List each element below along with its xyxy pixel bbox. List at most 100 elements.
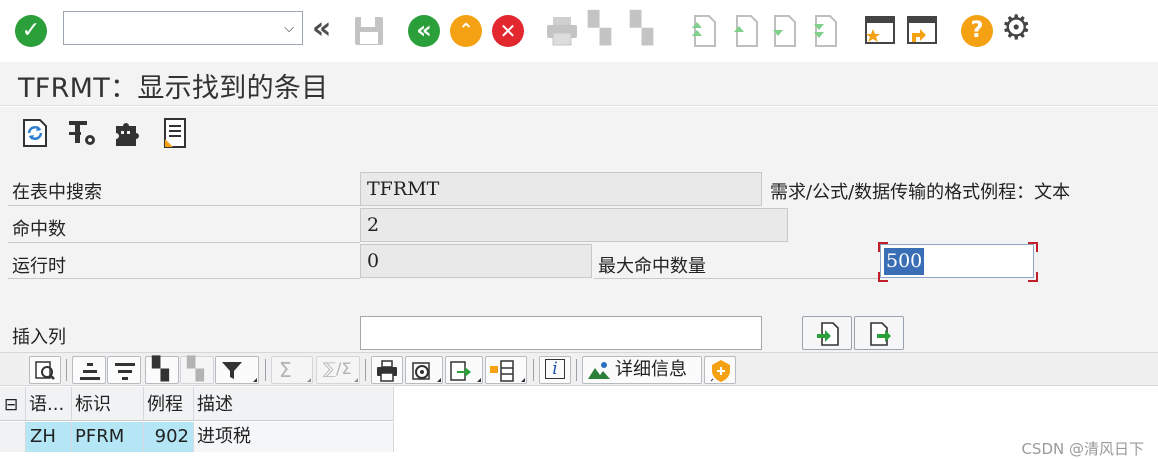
- table-settings-icon[interactable]: [66, 118, 98, 148]
- command-field[interactable]: ⌵: [63, 11, 303, 45]
- sort-descending-button[interactable]: [107, 356, 141, 384]
- runtime-label: 运行时: [12, 256, 66, 277]
- print-button[interactable]: [371, 356, 403, 384]
- result-grid: ⊟ 语... 标识 例程 描述 ZH PFRM 902 进项税: [0, 387, 1158, 452]
- table-description: 需求/公式/数据传输的格式例程：文本: [770, 182, 1071, 203]
- runtime-value: 0: [360, 244, 592, 278]
- next-page-icon: [773, 15, 796, 47]
- previous-page-icon: [734, 15, 758, 47]
- subtotal-icon: ⅀∕Σ: [323, 359, 352, 378]
- title-bar: TFRMT：显示找到的条目: [0, 62, 1158, 106]
- puzzle-icon[interactable]: [112, 118, 144, 148]
- toolbar-separator: [533, 359, 534, 381]
- settings-icon[interactable]: ⚙: [1001, 11, 1031, 45]
- first-page-icon: [692, 15, 716, 47]
- selection-form: 在表中搜索 TFRMT 需求/公式/数据传输的格式例程：文本 命中数 2 运行时…: [0, 157, 1158, 352]
- row-divider: [8, 205, 360, 206]
- dropdown-arrow-icon: [253, 378, 257, 382]
- delete-column-button[interactable]: [854, 316, 904, 350]
- table-cell-description[interactable]: 进项税: [194, 422, 394, 452]
- details-label: 详细信息: [615, 359, 687, 380]
- sort-ascending-icon: [80, 363, 100, 380]
- table-cell-id[interactable]: PFRM: [72, 422, 144, 452]
- insert-column-label: 插入列: [12, 327, 66, 348]
- hits-label: 命中数: [12, 219, 66, 240]
- system-toolbar: ✓ ⌵ « « ⌃ ✕ ▚ ▚ ? ⚙: [0, 0, 1158, 62]
- insert-page-icon: [817, 322, 839, 346]
- toolbar-separator: [265, 359, 266, 381]
- dropdown-arrow-icon: [521, 378, 525, 382]
- find-next-button[interactable]: ▚: [180, 356, 214, 384]
- insert-column-button[interactable]: [802, 316, 852, 350]
- graphic-icon: [588, 362, 610, 379]
- notes-icon[interactable]: [160, 117, 190, 149]
- details-icon: [35, 361, 55, 380]
- search-in-table-value: TFRMT: [360, 172, 762, 206]
- sum-icon: Σ: [279, 358, 292, 382]
- watermark: CSDN @清风日下: [1021, 440, 1144, 458]
- find-icon: ▚: [152, 357, 169, 382]
- column-header-id[interactable]: 标识: [72, 387, 144, 421]
- move-page-icon: [870, 322, 891, 346]
- max-hits-input[interactable]: 500: [880, 244, 1034, 278]
- alv-toolbar: ▚ ▚ Σ ⅀∕Σ i 详细信息: [0, 352, 1158, 386]
- max-hits-label: 最大命中数量: [598, 256, 706, 277]
- dropdown-arrow-icon: [354, 378, 358, 382]
- max-hits-value: 500: [884, 248, 925, 275]
- select-all-icon[interactable]: ⊟: [0, 387, 26, 421]
- cancel-icon[interactable]: ✕: [492, 15, 524, 47]
- info-icon: i: [545, 359, 565, 379]
- sum-button[interactable]: Σ: [271, 356, 313, 384]
- sort-descending-icon: [115, 363, 135, 380]
- views-icon: [412, 362, 430, 380]
- toolbar-separator: [576, 359, 577, 381]
- row-selector[interactable]: [0, 422, 26, 452]
- filter-button[interactable]: [215, 356, 259, 384]
- focus-corner: [878, 272, 888, 282]
- views-button[interactable]: [405, 356, 443, 384]
- table-cell-routine[interactable]: 902: [144, 422, 194, 452]
- application-toolbar: [0, 107, 1158, 157]
- focus-corner: [1028, 272, 1038, 282]
- layout-button[interactable]: [485, 356, 527, 384]
- column-header-language[interactable]: 语...: [26, 387, 72, 421]
- column-header-routine[interactable]: 例程: [144, 387, 194, 421]
- export-icon: [450, 361, 471, 381]
- check-icon[interactable]: ✓: [15, 15, 47, 47]
- dropdown-arrow-icon: [307, 378, 311, 382]
- focus-corner: [878, 242, 888, 252]
- find-button[interactable]: ▚: [145, 356, 179, 384]
- hits-value: 2: [360, 208, 788, 242]
- dropdown-arrow-icon: [477, 378, 481, 382]
- find-next-icon: ▚: [630, 11, 654, 46]
- abc-analysis-icon: [710, 360, 730, 382]
- search-in-table-label: 在表中搜索: [12, 182, 102, 203]
- details-button[interactable]: [29, 356, 61, 384]
- back-double-icon[interactable]: «: [312, 14, 331, 44]
- row-divider: [594, 278, 878, 279]
- save-icon: [355, 17, 383, 45]
- new-session-icon[interactable]: [864, 14, 896, 46]
- sort-ascending-button[interactable]: [72, 356, 106, 384]
- back-icon[interactable]: «: [408, 15, 440, 47]
- table-cell-language[interactable]: ZH: [26, 422, 72, 452]
- create-shortcut-icon[interactable]: [906, 14, 938, 46]
- print-icon: [377, 360, 397, 382]
- page-title: TFRMT：显示找到的条目: [18, 73, 329, 104]
- subtotal-button[interactable]: ⅀∕Σ: [316, 356, 360, 384]
- graphic-button[interactable]: 详细信息: [582, 356, 702, 384]
- dropdown-arrow-icon: [437, 378, 441, 382]
- row-divider: [8, 242, 360, 243]
- chevron-down-icon[interactable]: ⌵: [284, 21, 294, 36]
- column-header-description[interactable]: 描述: [194, 387, 394, 421]
- row-divider: [8, 278, 360, 279]
- exit-icon[interactable]: ⌃: [450, 15, 482, 47]
- insert-column-input[interactable]: [360, 316, 762, 350]
- info-button[interactable]: i: [539, 356, 571, 384]
- focus-corner: [1028, 242, 1038, 252]
- refresh-icon[interactable]: [20, 118, 50, 148]
- toolbar-separator: [66, 359, 67, 381]
- export-button[interactable]: [445, 356, 483, 384]
- abc-analysis-button[interactable]: [704, 356, 736, 384]
- help-icon[interactable]: ?: [961, 15, 993, 47]
